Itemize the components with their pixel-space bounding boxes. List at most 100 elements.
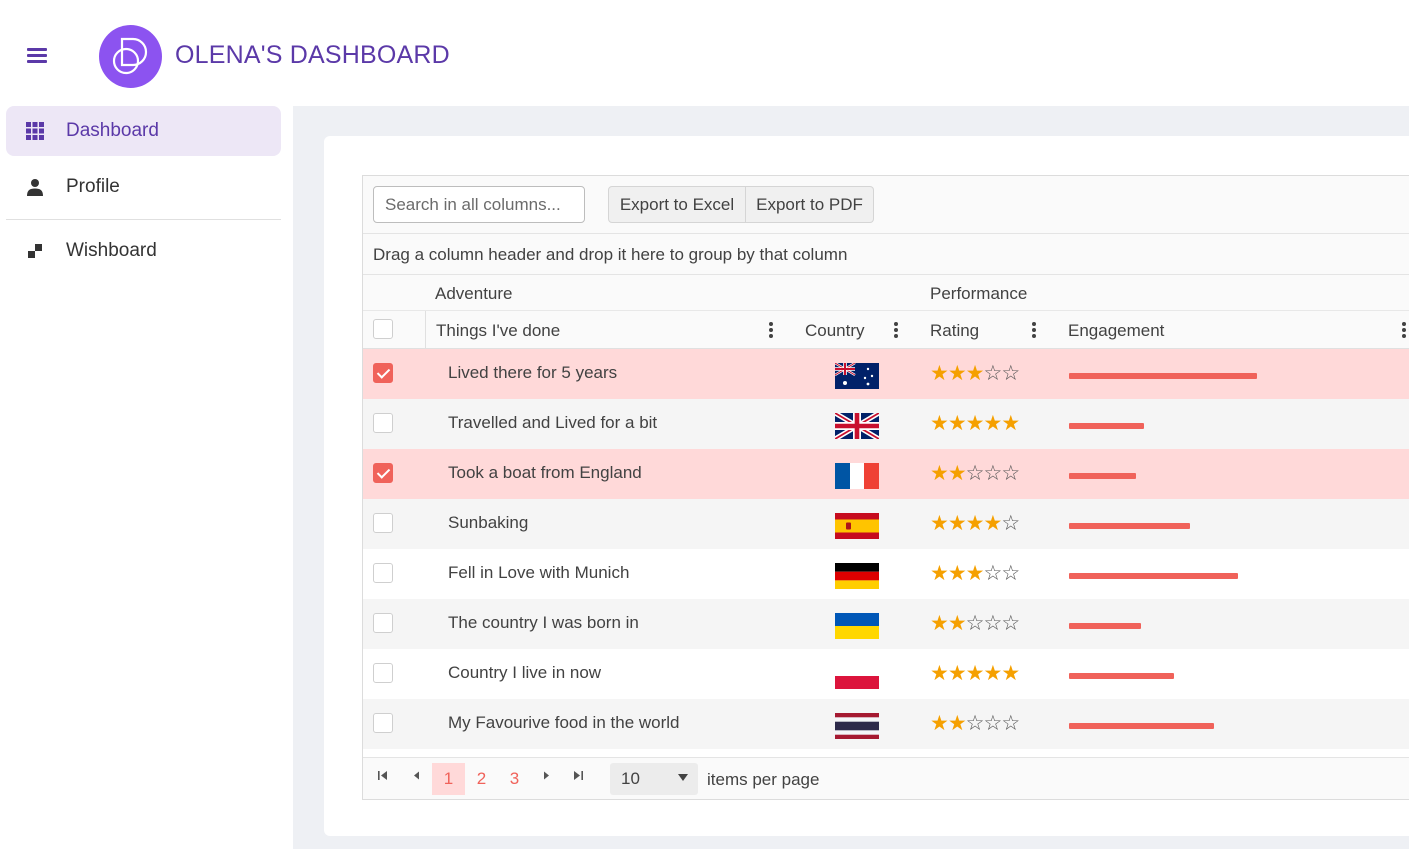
star-empty-icon[interactable]: ☆ xyxy=(1001,462,1020,485)
sidebar-item-label: Profile xyxy=(66,176,120,197)
star-empty-icon[interactable]: ☆ xyxy=(1001,362,1020,385)
star-filled-icon[interactable]: ★ xyxy=(983,412,1002,435)
export-pdf-button[interactable]: Export to PDF xyxy=(746,186,874,223)
star-empty-icon[interactable]: ☆ xyxy=(1001,512,1020,535)
star-filled-icon[interactable]: ★ xyxy=(1001,662,1020,685)
row-checkbox[interactable] xyxy=(373,363,393,383)
cell-thing: Fell in Love with Munich xyxy=(448,563,630,582)
star-filled-icon[interactable]: ★ xyxy=(948,462,967,485)
data-grid: Export to Excel Export to PDF Drag a col… xyxy=(362,175,1409,800)
table-row[interactable]: Sunbaking ★★★★☆ xyxy=(363,499,1409,549)
row-checkbox[interactable] xyxy=(373,563,393,583)
row-checkbox[interactable] xyxy=(373,663,393,683)
rating-stars[interactable]: ★★☆☆☆ xyxy=(930,712,1020,736)
group-panel[interactable]: Drag a column header and drop it here to… xyxy=(363,234,1409,275)
table-row[interactable]: Fell in Love with Munich ★★★☆☆ xyxy=(363,549,1409,599)
rating-stars[interactable]: ★★★☆☆ xyxy=(930,562,1020,586)
star-filled-icon[interactable]: ★ xyxy=(966,412,985,435)
row-checkbox[interactable] xyxy=(373,613,393,633)
logo xyxy=(99,25,162,88)
star-empty-icon[interactable]: ☆ xyxy=(983,362,1002,385)
rating-stars[interactable]: ★★★★☆ xyxy=(930,512,1020,536)
star-filled-icon[interactable]: ★ xyxy=(930,412,949,435)
rating-stars[interactable]: ★★★★★ xyxy=(930,412,1020,436)
row-checkbox[interactable] xyxy=(373,463,393,483)
star-empty-icon[interactable]: ☆ xyxy=(1001,612,1020,635)
table-row[interactable]: Travelled and Lived for a bit ★★★★★ xyxy=(363,399,1409,449)
column-menu-icon[interactable] xyxy=(1402,322,1406,340)
flag-germany-icon xyxy=(835,563,879,589)
star-filled-icon[interactable]: ★ xyxy=(930,562,949,585)
row-checkbox[interactable] xyxy=(373,413,393,433)
cell-thing: Country I live in now xyxy=(448,663,602,682)
star-filled-icon[interactable]: ★ xyxy=(930,712,949,735)
star-filled-icon[interactable]: ★ xyxy=(948,662,967,685)
page-number[interactable]: 2 xyxy=(465,763,498,795)
star-filled-icon[interactable]: ★ xyxy=(983,512,1002,535)
first-page-icon[interactable] xyxy=(377,770,388,784)
menu-icon[interactable] xyxy=(27,48,47,66)
rating-stars[interactable]: ★★☆☆☆ xyxy=(930,612,1020,636)
star-filled-icon[interactable]: ★ xyxy=(930,362,949,385)
engagement-bar xyxy=(1069,573,1238,579)
star-filled-icon[interactable]: ★ xyxy=(983,662,1002,685)
column-header-rating[interactable]: Rating xyxy=(930,321,979,341)
prev-page-icon[interactable] xyxy=(411,770,422,784)
table-row[interactable]: The country I was born in ★★☆☆☆ xyxy=(363,599,1409,649)
star-filled-icon[interactable]: ★ xyxy=(948,562,967,585)
export-excel-button[interactable]: Export to Excel xyxy=(608,186,746,223)
grid-toolbar: Export to Excel Export to PDF xyxy=(363,176,1409,234)
rating-stars[interactable]: ★★★☆☆ xyxy=(930,362,1020,386)
star-filled-icon[interactable]: ★ xyxy=(930,512,949,535)
star-empty-icon[interactable]: ☆ xyxy=(966,462,985,485)
star-empty-icon[interactable]: ☆ xyxy=(983,462,1002,485)
column-header-things[interactable]: Things I've done xyxy=(436,321,560,341)
star-empty-icon[interactable]: ☆ xyxy=(1001,712,1020,735)
search-input[interactable] xyxy=(373,186,585,223)
table-row[interactable]: Lived there for 5 years ★★★☆☆ xyxy=(363,349,1409,399)
star-filled-icon[interactable]: ★ xyxy=(948,362,967,385)
sidebar: Dashboard Profile Wishboard xyxy=(0,106,293,849)
star-filled-icon[interactable]: ★ xyxy=(948,712,967,735)
star-empty-icon[interactable]: ☆ xyxy=(983,612,1002,635)
page-number[interactable]: 3 xyxy=(498,763,531,795)
star-empty-icon[interactable]: ☆ xyxy=(983,562,1002,585)
sidebar-item-profile[interactable]: Profile xyxy=(6,162,281,212)
sidebar-item-wishboard[interactable]: Wishboard xyxy=(6,226,281,276)
page-size-select[interactable]: 10 xyxy=(610,763,698,795)
row-checkbox[interactable] xyxy=(373,513,393,533)
star-filled-icon[interactable]: ★ xyxy=(930,612,949,635)
grid-card: Export to Excel Export to PDF Drag a col… xyxy=(324,136,1409,836)
star-filled-icon[interactable]: ★ xyxy=(966,362,985,385)
select-all-checkbox[interactable] xyxy=(373,319,393,339)
rating-stars[interactable]: ★★★★★ xyxy=(930,662,1020,686)
star-empty-icon[interactable]: ☆ xyxy=(1001,562,1020,585)
star-filled-icon[interactable]: ★ xyxy=(966,512,985,535)
row-checkbox[interactable] xyxy=(373,713,393,733)
star-filled-icon[interactable]: ★ xyxy=(1001,412,1020,435)
star-filled-icon[interactable]: ★ xyxy=(948,612,967,635)
column-menu-icon[interactable] xyxy=(894,322,898,340)
table-row[interactable]: Country I live in now ★★★★★ xyxy=(363,649,1409,699)
table-row[interactable]: My Favourive food in the world ★★☆☆☆ xyxy=(363,699,1409,749)
star-filled-icon[interactable]: ★ xyxy=(948,412,967,435)
star-filled-icon[interactable]: ★ xyxy=(930,462,949,485)
star-empty-icon[interactable]: ☆ xyxy=(966,612,985,635)
column-header-engagement[interactable]: Engagement xyxy=(1068,321,1164,341)
last-page-icon[interactable] xyxy=(573,770,584,784)
rating-stars[interactable]: ★★☆☆☆ xyxy=(930,462,1020,486)
column-menu-icon[interactable] xyxy=(1032,322,1036,340)
sidebar-item-dashboard[interactable]: Dashboard xyxy=(6,106,281,156)
column-header-country[interactable]: Country xyxy=(805,321,865,341)
star-empty-icon[interactable]: ☆ xyxy=(966,712,985,735)
column-menu-icon[interactable] xyxy=(769,322,773,340)
star-filled-icon[interactable]: ★ xyxy=(930,662,949,685)
table-row[interactable]: Took a boat from England ★★☆☆☆ xyxy=(363,449,1409,499)
star-empty-icon[interactable]: ☆ xyxy=(983,712,1002,735)
star-filled-icon[interactable]: ★ xyxy=(966,562,985,585)
next-page-icon[interactable] xyxy=(541,770,552,784)
flag-poland-icon xyxy=(835,663,879,689)
star-filled-icon[interactable]: ★ xyxy=(948,512,967,535)
page-number-current[interactable]: 1 xyxy=(432,763,465,795)
star-filled-icon[interactable]: ★ xyxy=(966,662,985,685)
